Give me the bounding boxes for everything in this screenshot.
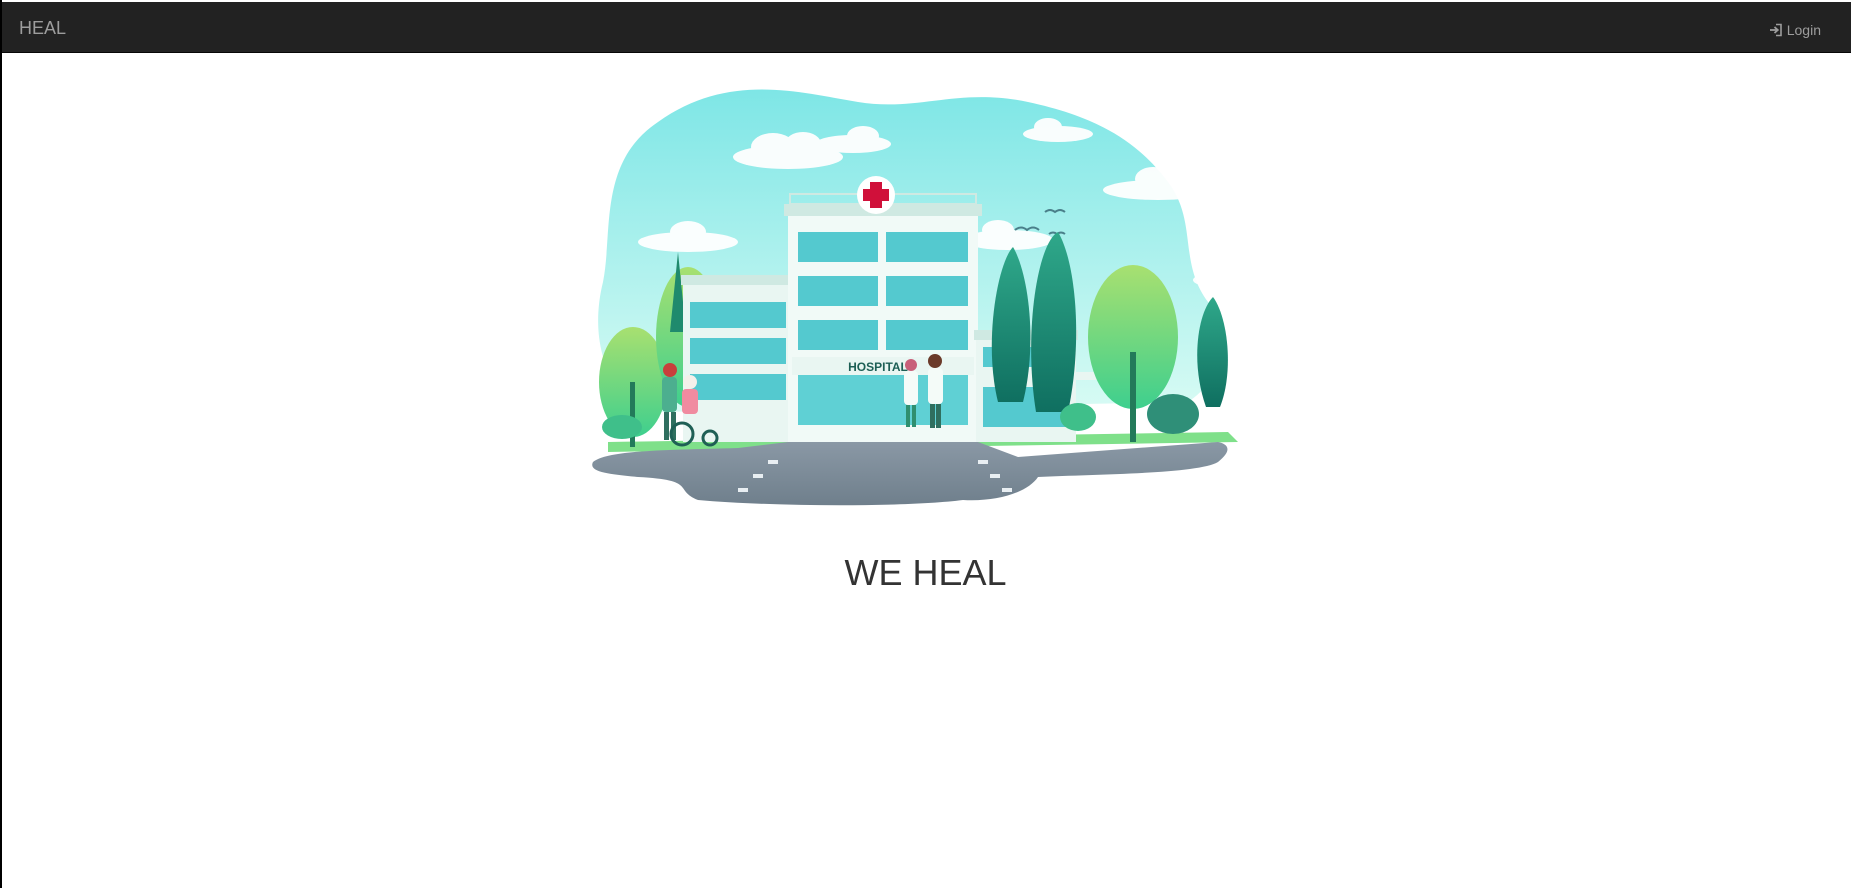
navbar: HEAL Login [2,2,1851,53]
hospital-illustration: HOSPITAL [578,82,1280,507]
page-headline: WE HEAL [844,552,1007,593]
login-icon [1769,23,1783,37]
login-link[interactable]: Login [1769,20,1821,40]
login-label: Login [1786,22,1821,38]
brand-link[interactable]: HEAL [19,18,66,38]
hospital-sign: HOSPITAL [848,360,908,374]
